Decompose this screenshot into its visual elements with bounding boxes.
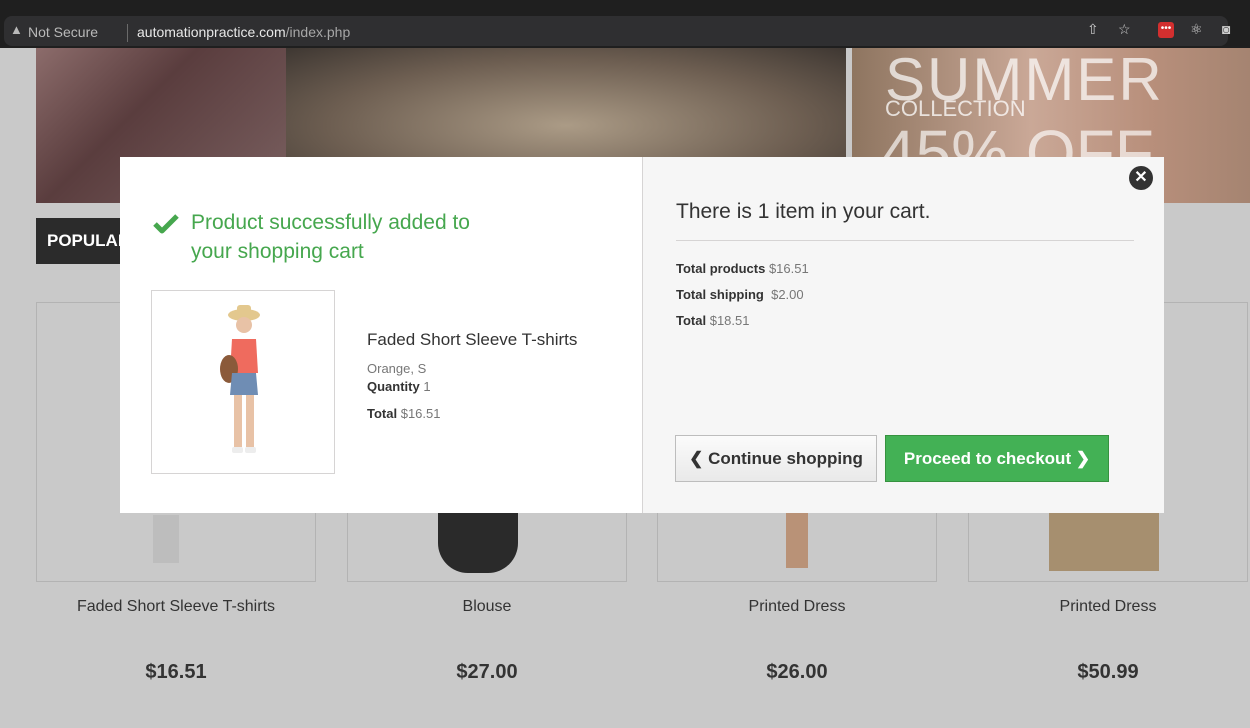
product-price: $26.00 [766, 661, 828, 683]
cart-item-quantity: Quantity 1 [367, 379, 431, 394]
address-separator [127, 24, 128, 42]
product-price: $16.51 [145, 661, 207, 683]
product-image [786, 513, 808, 568]
product-name[interactable]: Printed Dress [657, 598, 937, 616]
product-thumbnail-image [220, 305, 260, 453]
security-label[interactable]: Not Secure [28, 24, 98, 40]
share-icon[interactable]: ⇧ [1087, 21, 1099, 38]
url-text[interactable]: automationpractice.com/index.php [137, 24, 350, 40]
product-price: $50.99 [1077, 661, 1139, 683]
cart-item-attributes: Orange, S [367, 361, 427, 376]
success-line: Product successfully added to [191, 211, 470, 234]
product-thumbnail [151, 290, 335, 474]
total-shipping-row: Total shipping $2.00 [676, 287, 804, 302]
cart-modal: Product successfully added to your shopp… [120, 157, 1164, 513]
total-products-row: Total products $16.51 [676, 261, 809, 276]
product-name[interactable]: Printed Dress [968, 598, 1248, 616]
cart-summary: There is 1 item in your cart. Total prod… [642, 157, 1164, 513]
chevron-right-icon: ❯ [1075, 449, 1091, 468]
product-name[interactable]: Blouse [347, 598, 627, 616]
success-line: your shopping cart [191, 240, 364, 263]
proceed-to-checkout-button[interactable]: Proceed to checkout ❯ [885, 435, 1109, 482]
product-image [438, 513, 518, 573]
warning-icon[interactable]: ▲ [10, 22, 23, 37]
close-icon[interactable]: ✕ [1129, 166, 1153, 190]
product-image [1049, 513, 1159, 571]
browser-toolbar: ▲ Not Secure automationpractice.com/inde… [0, 0, 1250, 48]
extension-icon[interactable]: ••• [1158, 22, 1174, 38]
continue-shopping-button[interactable]: ❮ Continue shopping [675, 435, 877, 482]
cart-summary-title: There is 1 item in your cart. [676, 200, 931, 223]
grand-total-row: Total $18.51 [676, 313, 750, 328]
divider [676, 240, 1134, 241]
star-icon[interactable]: ☆ [1118, 21, 1131, 38]
cart-item-total: Total $16.51 [367, 406, 441, 421]
chevron-left-icon: ❮ [689, 449, 704, 468]
cart-item-name: Faded Short Sleeve T-shirts [367, 330, 578, 349]
product-price: $27.00 [456, 661, 518, 683]
product-name[interactable]: Faded Short Sleeve T-shirts [36, 598, 316, 616]
product-image [153, 515, 179, 563]
react-icon[interactable]: ⚛ [1190, 21, 1203, 38]
camera-icon[interactable]: ◙ [1222, 21, 1230, 37]
checkmark-icon [153, 214, 179, 234]
success-message: Product successfully added to your shopp… [191, 208, 551, 266]
